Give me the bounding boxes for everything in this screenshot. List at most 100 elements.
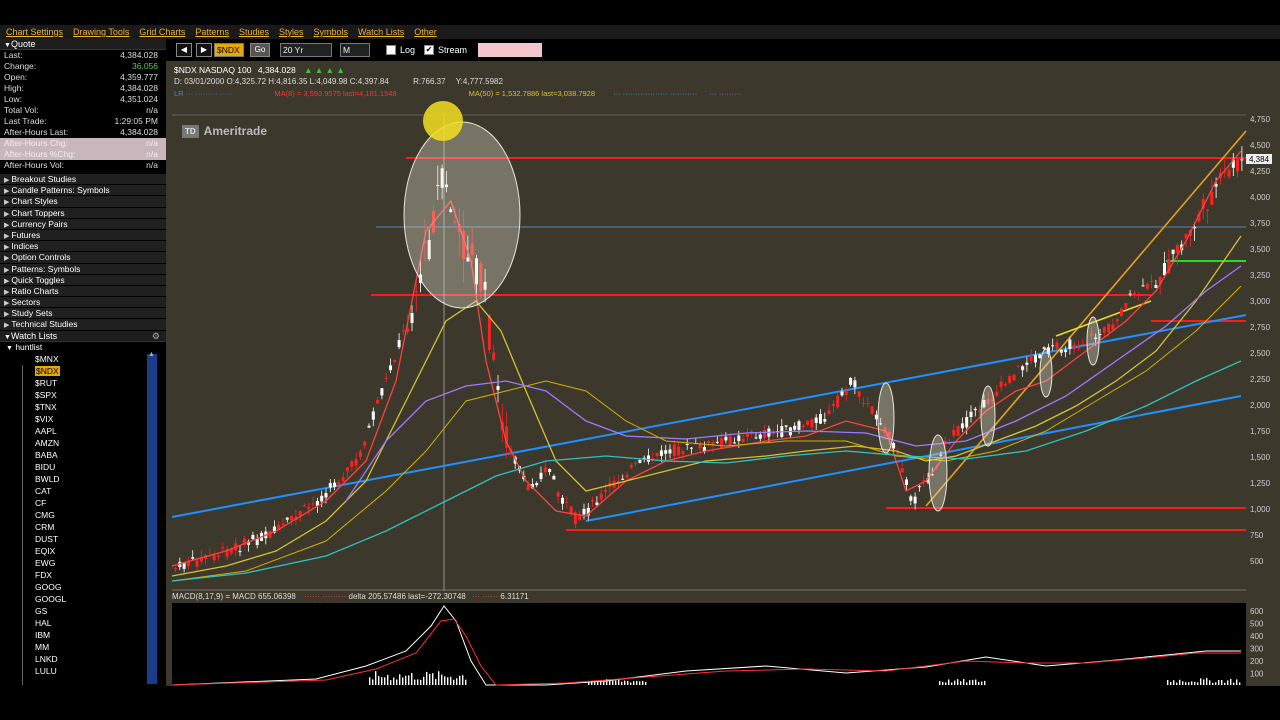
candle-body [1042,347,1046,349]
watchlist-symbol[interactable]: IBM [0,629,166,641]
highlight-ellipse-4 [1039,348,1053,398]
folder-item[interactable]: ▶ Breakout Studies [0,174,166,186]
chart-area[interactable]: $NDX NASDAQ 100 4,384.028 ▲ ▲ ▲ ▲ D: 03/… [166,61,1280,686]
quote-header-label: Quote [10,39,36,49]
go-button[interactable]: Go [250,43,270,57]
watchlist-symbol[interactable]: CMG [0,509,166,521]
folder-item[interactable]: ▶ Patterns: Symbols [0,263,166,275]
menu-symbols[interactable]: Symbols [314,27,349,37]
watchlist-symbol[interactable]: BIDU [0,461,166,473]
folder-item[interactable]: ▶ Currency Pairs [0,218,166,230]
watchlist-name: huntlist [15,341,43,352]
quote-row: Last Trade: 1:29:05 PM [0,116,166,127]
prev-symbol-button[interactable]: ◀ [176,43,192,57]
candle-body [672,444,676,456]
watchlist-symbol[interactable]: CRM [0,521,166,533]
watchlist-symbol[interactable]: $RUT [0,377,166,389]
price-tick-label: 3,500 [1250,245,1271,254]
candle-body [1003,384,1007,386]
folder-item[interactable]: ▶ Chart Toppers [0,207,166,219]
watch-lists-header[interactable]: ▼Watch Lists ⚙ [0,330,166,342]
watchlist-symbol[interactable]: GOOG [0,581,166,593]
folder-item[interactable]: ▶ Technical Studies [0,319,166,331]
candle-body [969,411,973,418]
watchlist-symbol[interactable]: $MNX [0,353,166,365]
watchlist-symbol[interactable]: $TNX [0,401,166,413]
watchlist-symbol[interactable]: LNKD [0,653,166,665]
watchlist-symbol[interactable]: CF [0,497,166,509]
candle-body [801,425,805,428]
folder-item[interactable]: ▶ Indices [0,241,166,253]
trend-channel-lower[interactable] [585,395,1242,522]
watchlist-symbol[interactable]: GS [0,605,166,617]
watchlist-folder[interactable]: ▼ huntlist [0,342,166,353]
watchlist-symbol[interactable]: $VIX [0,413,166,425]
watchlist-symbol[interactable]: BABA [0,449,166,461]
macd-hist-bar [1239,682,1241,685]
watchlist-symbol[interactable]: HAL [0,617,166,629]
watchlist-symbol[interactable]: CAT [0,485,166,497]
candle-body [1059,350,1063,353]
macd-hist-bar [957,679,959,685]
candle-body [212,555,216,561]
folder-item[interactable]: ▶ Sectors [0,297,166,309]
quote-header[interactable]: ▼Quote [0,39,166,50]
macd-tick-label: 100 [1250,670,1264,679]
watchlist-symbol[interactable]: MM [0,641,166,653]
candle-body [900,468,904,473]
watchlist-symbol[interactable]: FDX [0,569,166,581]
folder-label: Ratio Charts [11,285,59,296]
macd-hist-bar [1197,682,1199,685]
folder-item[interactable]: ▶ Ratio Charts [0,285,166,298]
highlight-ellipse-3 [980,385,996,447]
watchlist-symbol[interactable]: AMZN [0,437,166,449]
candle-body [371,411,375,420]
scroll-up-icon[interactable]: ▲ [148,351,155,358]
folder-item[interactable]: ▶ Study Sets [0,308,166,320]
folder-item[interactable]: ▶ Futures [0,229,166,242]
interval-select[interactable]: M [340,43,370,57]
candle-body [1021,366,1025,371]
folder-item[interactable]: ▶ Option Controls [0,252,166,264]
candle-body [836,395,840,408]
candle-body [376,399,380,404]
price-axis: 4,750 4,500 4,250 4,000 3,750 3,500 3,250 3,000… [1250,115,1271,566]
watchlist-symbol[interactable]: LULU [0,665,166,677]
symbol-label: CMG [35,509,55,520]
folder-item[interactable]: ▶ Chart Styles [0,196,166,208]
settings-icon[interactable]: ⚙ [152,331,160,342]
candle-body [819,414,822,424]
macd-hist-bar [414,679,416,685]
watchlist-symbol[interactable]: AAPL [0,425,166,437]
price-tick-label: 3,000 [1250,297,1271,306]
candle-body [1012,374,1016,381]
watchlist-symbol[interactable]: EQIX [0,545,166,557]
symbol-input[interactable]: $NDX [214,43,244,57]
watchlist-symbol[interactable]: EWG [0,557,166,569]
log-checkbox[interactable] [386,45,396,55]
menu-watch-lists[interactable]: Watch Lists [358,27,404,37]
menu-chart-settings[interactable]: Chart Settings [6,27,63,37]
stream-status-button[interactable] [478,43,542,57]
menu-styles[interactable]: Styles [279,27,304,37]
folder-item[interactable]: ▶ Quick Toggles [0,274,166,286]
left-sidebar: ▼Quote Last: 4,384.028 Change: 36.056 Open: 4… [0,39,166,686]
menu-patterns[interactable]: Patterns [195,27,229,37]
macd-hist-bar [369,677,371,685]
quote-row: After-Hours %Chg: n/a [0,149,166,160]
watchlist-symbol[interactable]: $SPX [0,389,166,401]
folder-item[interactable]: ▶ Candle Patterns: Symbols [0,185,166,197]
watchlist-symbol[interactable]: DUST [0,533,166,545]
watchlist-symbol[interactable]: GOOGL [0,593,166,605]
menu-studies[interactable]: Studies [239,27,269,37]
next-symbol-button[interactable]: ▶ [196,43,212,57]
macd-hist-bar [1221,680,1223,685]
watchlist-scrollbar[interactable] [147,354,157,684]
watchlist-symbol[interactable]: $NDX [0,365,166,377]
menu-grid-charts[interactable]: Grid Charts [139,27,185,37]
menu-other[interactable]: Other [414,27,437,37]
stream-checkbox[interactable]: ✔ [424,45,434,55]
period-select[interactable]: 20 Yr [280,43,332,57]
watchlist-symbol[interactable]: BWLD [0,473,166,485]
menu-drawing-tools[interactable]: Drawing Tools [73,27,129,37]
